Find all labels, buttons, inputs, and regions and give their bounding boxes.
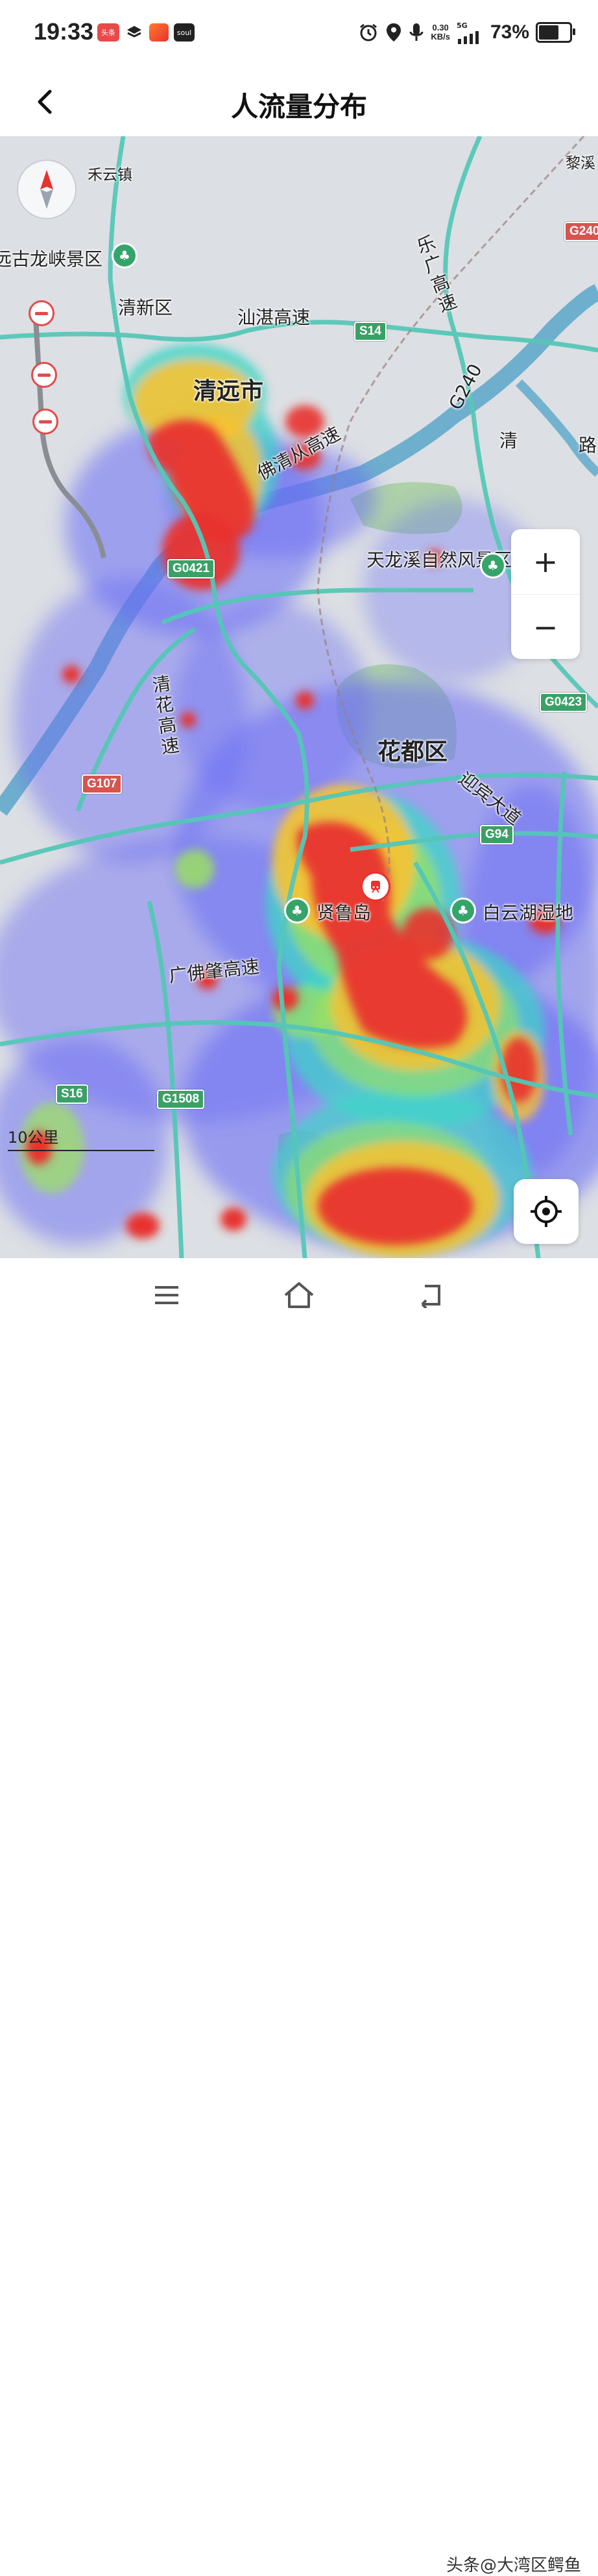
back-nav-button[interactable]: [407, 1272, 453, 1318]
compass-button[interactable]: [17, 160, 77, 219]
shield-g94: G94: [480, 825, 514, 844]
layers-app-icon: [125, 23, 144, 42]
page-title: 人流量分布: [230, 91, 367, 123]
shield-g240: G240: [564, 222, 598, 241]
network-speed: 0.30 KB/s: [431, 23, 450, 42]
label-qing-road: 清: [499, 430, 518, 451]
return-icon: [421, 1285, 440, 1308]
alarm-icon: [360, 23, 377, 42]
scale-label: 10公里: [8, 1128, 59, 1147]
label-qingxin: 清新区: [118, 297, 173, 318]
watermark: 头条@大湾区鳄鱼: [446, 2556, 581, 2575]
restriction-icon[interactable]: [31, 362, 57, 388]
microphone-icon: [409, 23, 424, 41]
label-lixi: 黎溪: [566, 155, 595, 172]
battery-percent: 73%: [490, 21, 529, 43]
subway-icon[interactable]: [361, 872, 390, 901]
park-icon[interactable]: ♣: [480, 553, 506, 578]
menu-icon: [155, 1286, 178, 1304]
scale-bar: [8, 1150, 154, 1151]
label-road-suffix: 路: [579, 435, 597, 456]
label-shanzhan-expressway: 汕湛高速: [237, 307, 311, 328]
signal-indicator: 5G: [457, 21, 484, 44]
park-icon[interactable]: ♣: [450, 898, 476, 924]
home-icon: [284, 1282, 314, 1308]
system-nav-bar: 头条@大湾区鳄鱼: [0, 1258, 598, 2575]
restriction-icon[interactable]: [32, 409, 58, 435]
shield-g107: G107: [82, 774, 123, 794]
label-huadu-district: 花都区: [377, 739, 448, 765]
map-scale: 10公里: [8, 1125, 154, 1151]
zoom-in-icon: +: [532, 544, 558, 579]
soul-app-icon: soul: [174, 23, 195, 42]
shield-g1508: G1508: [157, 1090, 205, 1109]
zoom-out-icon: −: [532, 610, 558, 645]
toutiao-app-icon: 头条: [97, 23, 119, 42]
status-bar: 19:33 头条 soul 0.30 KB/s 5G 73%: [0, 0, 598, 68]
shield-s16: S16: [56, 1084, 88, 1104]
label-heyun: 禾云镇: [88, 167, 132, 184]
shield-g0421: G0421: [167, 559, 215, 578]
park-icon[interactable]: ♣: [284, 898, 310, 924]
compass-icon: [40, 170, 53, 209]
label-xianludao: 贤鲁岛: [317, 902, 372, 924]
status-time: 19:33: [34, 18, 94, 45]
zoom-out-button[interactable]: −: [511, 594, 580, 660]
zoom-in-button[interactable]: +: [511, 529, 580, 594]
label-baiyun-lake: 白云湖湿地: [483, 902, 574, 924]
menu-nav-button[interactable]: [144, 1272, 189, 1318]
label-qingyuan-city: 清远市: [193, 378, 264, 405]
page-header: 人流量分布: [0, 68, 598, 136]
home-nav-button[interactable]: [276, 1272, 322, 1318]
locate-icon: [531, 1196, 562, 1227]
location-icon: [387, 23, 401, 42]
label-gulong: 远古龙峡景区: [0, 248, 103, 270]
park-icon[interactable]: ♣: [112, 243, 138, 268]
shield-s14: S14: [354, 322, 387, 341]
shield-g0423: G0423: [540, 693, 588, 712]
restriction-icon[interactable]: [29, 300, 54, 326]
status-right: 0.30 KB/s 5G 73%: [358, 19, 575, 45]
zoom-controls: + −: [511, 529, 580, 659]
signal-icon: [457, 30, 479, 44]
locate-button[interactable]: [514, 1179, 579, 1244]
shopping-app-icon: [149, 23, 169, 42]
battery-icon: [536, 22, 575, 43]
heatmap-map[interactable]: 禾云镇 远古龙峡景区 ♣ 清新区 汕湛高速 清远市 乐广高速 G240 佛清从高…: [0, 136, 598, 1258]
